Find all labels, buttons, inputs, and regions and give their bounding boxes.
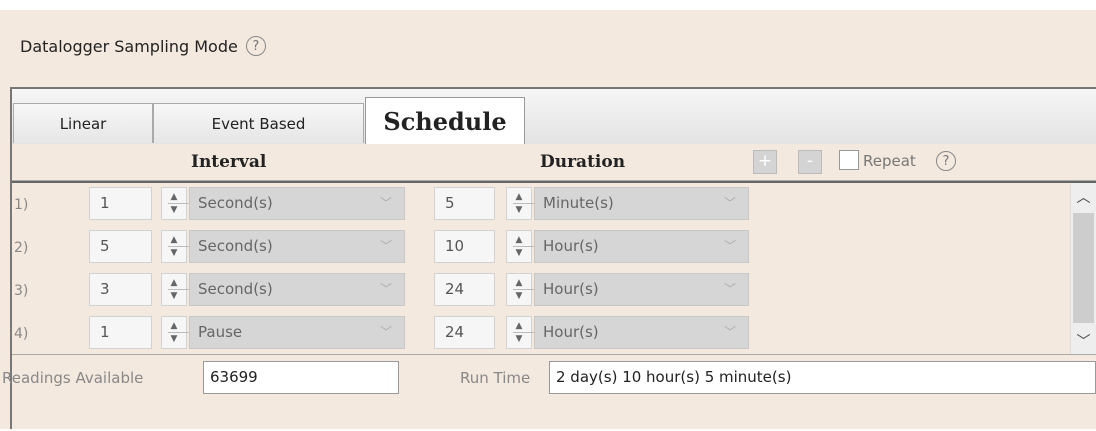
runtime-label: Run Time	[460, 369, 531, 387]
duration-spinner-arrows[interactable]: ▲ ▼	[506, 316, 537, 349]
spin-up-icon[interactable]: ▲	[162, 233, 186, 247]
schedule-panel: Linear Event Based Schedule Interval Dur…	[2, 87, 1096, 431]
page-title: Datalogger Sampling Mode ?	[20, 36, 266, 56]
spin-down-icon[interactable]: ▼	[162, 332, 186, 346]
scroll-down-icon[interactable]: ﹀	[1071, 331, 1096, 351]
duration-unit-select[interactable]: Minute(s) ﹀	[534, 187, 749, 220]
schedule-row: 3) 3 ▲ ▼ Second(s) ﹀ 24 ▲ ▼ Hour(s) ﹀	[12, 269, 1070, 312]
interval-unit-value: Pause	[198, 323, 243, 341]
duration-spinner-arrows[interactable]: ▲ ▼	[506, 230, 537, 263]
interval-value-field[interactable]: 1	[89, 187, 152, 220]
interval-spinner-arrows[interactable]: ▲ ▼	[161, 316, 192, 349]
spin-up-icon[interactable]: ▲	[162, 190, 186, 204]
tab-bar: Linear Event Based Schedule	[12, 89, 1096, 145]
duration-spinner-arrows[interactable]: ▲ ▼	[506, 273, 537, 306]
interval-unit-select[interactable]: Second(s) ﹀	[189, 230, 405, 263]
duration-unit-select[interactable]: Hour(s) ﹀	[534, 316, 749, 349]
duration-spinner-arrows[interactable]: ▲ ▼	[506, 187, 537, 220]
schedule-row: 4) 1 ▲ ▼ Pause ﹀ 24 ▲ ▼ Hour(s) ﹀	[12, 312, 1070, 355]
chevron-down-icon: ﹀	[723, 239, 736, 253]
scrollbar-thumb[interactable]	[1073, 213, 1094, 323]
schedule-row: 1) 1 ▲ ▼ Second(s) ﹀ 5 ▲ ▼ Minute(s) ﹀	[12, 183, 1070, 226]
row-number: 3)	[14, 283, 29, 299]
duration-value-field[interactable]: 24	[434, 273, 495, 306]
spin-up-icon[interactable]: ▲	[507, 190, 531, 204]
chevron-down-icon: ﹀	[723, 325, 736, 339]
chevron-down-icon: ﹀	[379, 325, 392, 339]
spin-down-icon[interactable]: ▼	[162, 203, 186, 217]
readings-label: Readings Available	[2, 369, 144, 387]
spin-up-icon[interactable]: ▲	[507, 276, 531, 290]
spin-down-icon[interactable]: ▼	[507, 203, 531, 217]
tab-event-based[interactable]: Event Based	[153, 103, 364, 143]
schedule-header: Interval Duration + - Repeat ?	[12, 144, 1096, 181]
repeat-label: Repeat	[863, 152, 916, 170]
chevron-down-icon: ﹀	[379, 282, 392, 296]
interval-value-field[interactable]: 1	[89, 316, 152, 349]
chevron-down-icon: ﹀	[723, 196, 736, 210]
duration-unit-value: Hour(s)	[543, 237, 599, 255]
interval-unit-value: Second(s)	[198, 237, 273, 255]
duration-unit-select[interactable]: Hour(s) ﹀	[534, 273, 749, 306]
chevron-down-icon: ﹀	[379, 196, 392, 210]
spin-down-icon[interactable]: ▼	[507, 289, 531, 303]
interval-unit-select[interactable]: Second(s) ﹀	[189, 187, 405, 220]
duration-unit-value: Minute(s)	[543, 194, 614, 212]
schedule-list: 1) 1 ▲ ▼ Second(s) ﹀ 5 ▲ ▼ Minute(s) ﹀ 2) 5 …	[12, 181, 1096, 355]
run-time-field[interactable]: 2 day(s) 10 hour(s) 5 minute(s)	[549, 361, 1096, 394]
readings-available-field[interactable]: 63699	[203, 361, 399, 394]
spin-down-icon[interactable]: ▼	[162, 289, 186, 303]
duration-value-field[interactable]: 5	[434, 187, 495, 220]
title-text: Datalogger Sampling Mode	[20, 36, 238, 56]
interval-unit-select[interactable]: Second(s) ﹀	[189, 273, 405, 306]
tab-schedule[interactable]: Schedule	[365, 97, 525, 145]
chevron-down-icon: ﹀	[723, 282, 736, 296]
schedule-row: 2) 5 ▲ ▼ Second(s) ﹀ 10 ▲ ▼ Hour(s) ﹀	[12, 226, 1070, 269]
spin-up-icon[interactable]: ▲	[162, 319, 186, 333]
interval-spinner-arrows[interactable]: ▲ ▼	[161, 230, 192, 263]
duration-unit-value: Hour(s)	[543, 323, 599, 341]
tab-linear[interactable]: Linear	[13, 103, 153, 143]
duration-value-field[interactable]: 24	[434, 316, 495, 349]
interval-value-field[interactable]: 3	[89, 273, 152, 306]
interval-value-field[interactable]: 5	[89, 230, 152, 263]
help-icon[interactable]: ?	[245, 36, 266, 56]
add-row-button[interactable]: +	[753, 150, 777, 174]
repeat-help-icon[interactable]: ?	[936, 151, 956, 171]
scroll-up-icon[interactable]: ︿	[1071, 187, 1096, 207]
interval-spinner-arrows[interactable]: ▲ ▼	[161, 187, 192, 220]
interval-spinner-arrows[interactable]: ▲ ▼	[161, 273, 192, 306]
row-number: 4)	[14, 326, 29, 342]
spin-down-icon[interactable]: ▼	[162, 246, 186, 260]
repeat-checkbox[interactable]	[839, 150, 859, 170]
top-strip	[0, 0, 1096, 10]
interval-unit-value: Second(s)	[198, 194, 273, 212]
interval-unit-value: Second(s)	[198, 280, 273, 298]
spin-down-icon[interactable]: ▼	[507, 332, 531, 346]
duration-header: Duration	[540, 152, 626, 172]
spin-up-icon[interactable]: ▲	[507, 233, 531, 247]
footer-bar: Readings Available 63699 Run Time 2 day(…	[2, 355, 1096, 431]
row-number: 2)	[14, 240, 29, 256]
duration-value-field[interactable]: 10	[434, 230, 495, 263]
duration-unit-value: Hour(s)	[543, 280, 599, 298]
spin-up-icon[interactable]: ▲	[507, 319, 531, 333]
chevron-down-icon: ﹀	[379, 239, 392, 253]
spin-down-icon[interactable]: ▼	[507, 246, 531, 260]
row-number: 1)	[14, 197, 29, 213]
remove-row-button[interactable]: -	[798, 150, 822, 174]
interval-unit-select[interactable]: Pause ﹀	[189, 316, 405, 349]
interval-header: Interval	[191, 152, 267, 172]
spin-up-icon[interactable]: ▲	[162, 276, 186, 290]
vertical-scrollbar[interactable]: ︿ ﹀	[1070, 183, 1096, 354]
duration-unit-select[interactable]: Hour(s) ﹀	[534, 230, 749, 263]
